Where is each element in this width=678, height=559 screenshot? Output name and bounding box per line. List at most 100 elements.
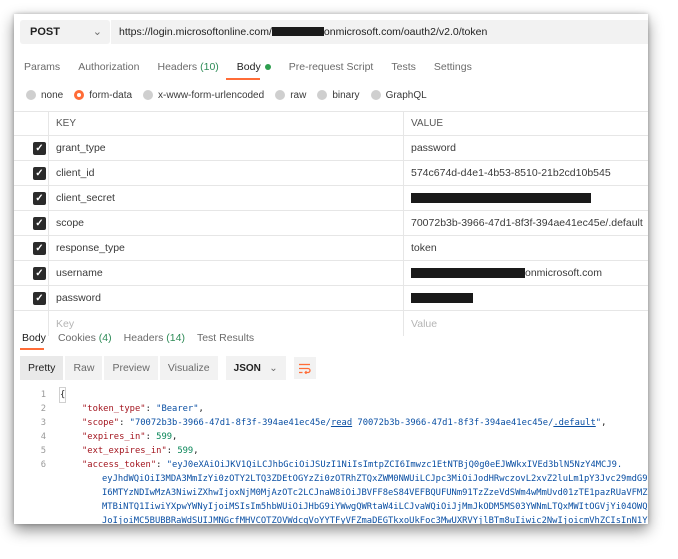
view-preview-button[interactable]: Preview	[104, 356, 158, 380]
code-line-wrapped: I6MTYzNDIwMzA3NiwiZXhwIjoxNjM0MjAzOTc2LC…	[14, 486, 648, 500]
radio-binary[interactable]: binary	[317, 90, 360, 101]
method-select[interactable]: POST ⌄	[20, 19, 110, 44]
json-string: "Bearer"	[156, 404, 199, 414]
code-line: 3 "scope": "70072b3b-3966-47d1-8f3f-394a…	[14, 416, 648, 430]
table-row: ✓ client_secret	[14, 186, 648, 211]
format-select[interactable]: JSON ⌄	[225, 356, 286, 380]
tab-authorization[interactable]: Authorization	[78, 61, 139, 73]
radio-form-data[interactable]: form-data	[74, 90, 132, 101]
wrap-lines-button[interactable]	[293, 357, 316, 379]
row-value[interactable]: 70072b3b-3966-47d1-8f3f-394ae41ec45e/.de…	[411, 217, 643, 229]
tab-params[interactable]: Params	[24, 61, 60, 73]
table-row: ✓ response_type token	[14, 236, 648, 261]
column-divider	[48, 261, 49, 285]
json-string: "eyJ0eXAiOiJKV1QiLCJhbGciOiJSUzI1NiIsImt…	[166, 460, 623, 470]
row-value[interactable]	[411, 292, 473, 304]
tab-settings[interactable]: Settings	[434, 61, 472, 73]
line-text: "scope": "70072b3b-3966-47d1-8f3f-394ae4…	[82, 418, 607, 428]
redacted-secret	[411, 193, 591, 204]
redacted-password	[411, 293, 473, 304]
line-number: 1	[40, 390, 46, 400]
row-key[interactable]: password	[56, 292, 101, 304]
chevron-down-icon: ⌄	[92, 26, 102, 38]
checkbox-checked-icon[interactable]: ✓	[33, 216, 46, 230]
request-url-bar: POST ⌄ https://login.microsoftonline.com…	[14, 14, 648, 49]
row-value[interactable]: token	[411, 242, 437, 254]
line-number: 3	[40, 418, 46, 428]
redacted-username	[411, 268, 525, 279]
checkbox-checked-icon[interactable]: ✓	[33, 266, 46, 280]
tab-body[interactable]: Body	[237, 61, 271, 73]
checkbox-checked-icon[interactable]: ✓	[33, 141, 46, 155]
modified-dot-icon	[264, 64, 271, 71]
body-type-selector: none form-data x-www-form-urlencoded raw…	[26, 87, 438, 103]
json-string-link[interactable]: read	[331, 418, 352, 428]
tab-count: (14)	[166, 332, 185, 344]
tab-response-body[interactable]: Body	[22, 332, 46, 344]
radio-raw[interactable]: raw	[275, 90, 306, 101]
tab-response-headers[interactable]: Headers (14)	[124, 332, 185, 344]
column-divider	[48, 161, 49, 185]
redacted-tenant	[271, 27, 324, 36]
tab-cookies[interactable]: Cookies (4)	[58, 332, 112, 344]
view-pretty-button[interactable]: Pretty	[20, 356, 64, 380]
tab-tests[interactable]: Tests	[391, 61, 416, 73]
row-key[interactable]: username	[56, 267, 103, 279]
row-key[interactable]: grant_type	[56, 142, 106, 154]
checkbox-checked-icon[interactable]: ✓	[33, 166, 46, 180]
column-divider	[48, 286, 49, 310]
radio-icon	[26, 90, 36, 100]
row-key[interactable]: response_type	[56, 242, 125, 254]
radio-selected-icon	[74, 90, 85, 100]
json-string-link[interactable]: .default	[553, 418, 595, 428]
tab-test-results[interactable]: Test Results	[197, 332, 254, 344]
tab-headers[interactable]: Headers (10)	[157, 61, 218, 73]
radio-label: GraphQL	[385, 89, 427, 101]
row-key[interactable]: client_secret	[56, 192, 115, 204]
json-key: "scope"	[82, 418, 120, 428]
checkbox-checked-icon[interactable]: ✓	[33, 241, 46, 255]
radio-icon	[143, 90, 154, 100]
row-key[interactable]: client_id	[56, 167, 95, 179]
column-divider	[403, 186, 404, 210]
radio-icon	[370, 90, 381, 100]
row-value[interactable]: onmicrosoft.com	[411, 267, 602, 279]
view-raw-button[interactable]: Raw	[65, 356, 103, 380]
column-divider	[403, 211, 404, 235]
checkbox-checked-icon[interactable]: ✓	[33, 191, 46, 205]
json-key: "expires_in"	[82, 432, 146, 442]
row-value[interactable]: 574c674d-d4e1-4b53-8510-21b2cd10b545	[411, 167, 611, 179]
new-value-placeholder[interactable]: Value	[411, 318, 437, 330]
method-label: POST	[30, 25, 60, 38]
url-suffix: onmicrosoft.com/oauth2/v2.0/token	[323, 25, 488, 38]
value-column-header: VALUE	[411, 118, 444, 129]
checkbox-checked-icon[interactable]: ✓	[33, 291, 46, 305]
radio-none[interactable]: none	[26, 90, 63, 101]
tab-label: Headers	[123, 332, 164, 344]
row-value[interactable]: password	[411, 142, 456, 154]
column-divider	[48, 136, 49, 160]
column-divider	[48, 211, 49, 235]
line-text: "expires_in": 599,	[82, 432, 178, 442]
view-visualize-button[interactable]: Visualize	[159, 356, 218, 380]
chevron-down-icon: ⌄	[269, 362, 278, 374]
radio-graphql[interactable]: GraphQL	[370, 89, 427, 101]
row-value[interactable]	[411, 192, 591, 204]
tab-label: Test Results	[196, 332, 255, 344]
radio-x-www-form-urlencoded[interactable]: x-www-form-urlencoded	[143, 90, 264, 101]
line-number: 2	[40, 404, 46, 414]
table-row: ✓ grant_type password	[14, 136, 648, 161]
row-key[interactable]: scope	[56, 217, 84, 229]
code-line: 5 "ext_expires_in": 599,	[14, 444, 648, 458]
response-view-controls: Pretty Raw Preview Visualize JSON ⌄	[20, 356, 316, 380]
url-input[interactable]: https://login.microsoftonline.com/ onmic…	[111, 19, 648, 44]
column-divider	[48, 236, 49, 260]
line-text: {	[58, 387, 67, 403]
tab-label: Pre-request Script	[288, 61, 374, 73]
tab-pre-request-script[interactable]: Pre-request Script	[289, 61, 374, 73]
tab-label: Tests	[391, 61, 416, 73]
table-row: ✓ password	[14, 286, 648, 311]
json-string: 70072b3b-3966-47d1-8f3f-394ae41ec45e/	[352, 418, 554, 428]
code-line: 1 {	[14, 387, 648, 403]
radio-icon	[317, 90, 328, 100]
